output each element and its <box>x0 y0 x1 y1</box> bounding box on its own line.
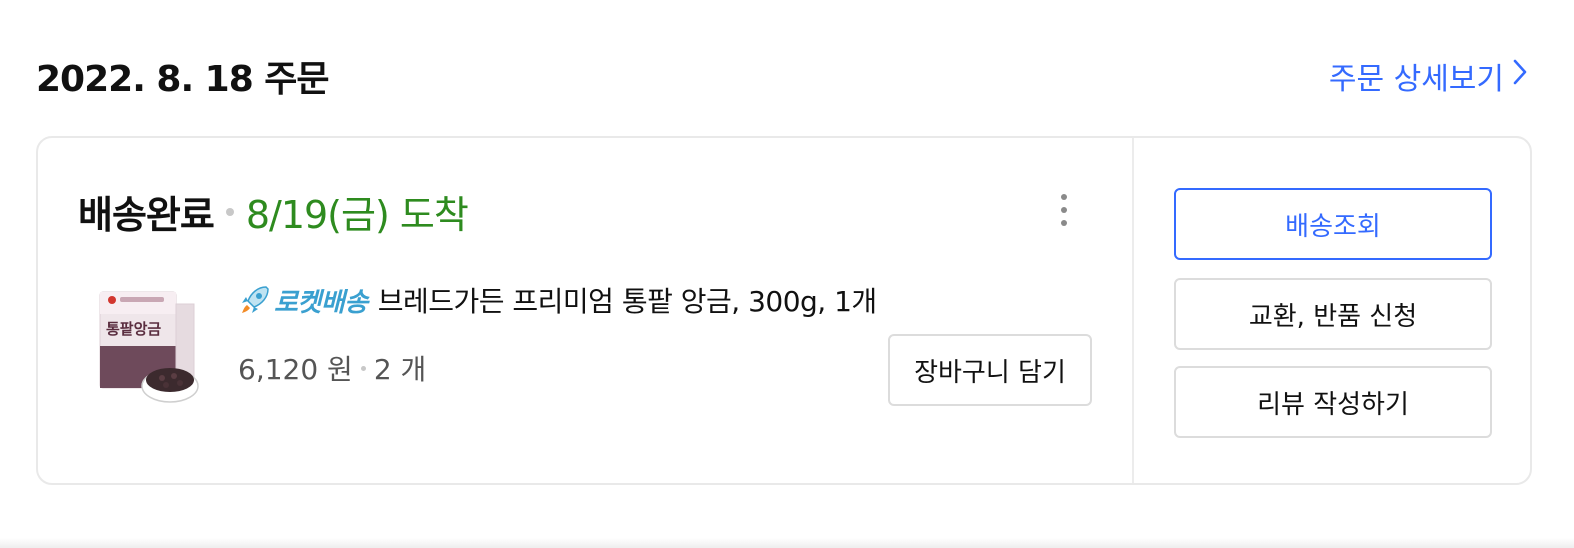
write-review-button[interactable]: 리뷰 작성하기 <box>1174 366 1492 438</box>
rocket-icon <box>238 283 272 317</box>
vertical-divider <box>1132 138 1134 483</box>
order-detail-link-label: 주문 상세보기 <box>1328 62 1504 97</box>
order-date-heading: 2022. 8. 18 주문 <box>36 59 330 100</box>
product-title-line[interactable]: 로켓배송 브레드가든 프리미엄 통팥 앙금, 300g, 1개 <box>238 280 877 320</box>
separator-dot <box>225 207 234 216</box>
product-quantity: 2 개 <box>373 353 427 386</box>
price-quantity-line: 6,120 원 2 개 <box>238 348 426 388</box>
add-to-cart-button[interactable]: 장바구니 담기 <box>888 334 1092 406</box>
separator-dot <box>360 365 366 371</box>
delivery-status: 배송완료 <box>78 193 215 237</box>
more-vertical-icon[interactable] <box>1048 190 1080 230</box>
rocket-delivery-badge: 로켓배송 <box>274 287 368 318</box>
product-price: 6,120 원 <box>238 353 353 386</box>
product-thumbnail[interactable]: 통팥앙금 <box>96 288 206 414</box>
arrival-date: 8/19(금) 도착 <box>245 193 469 237</box>
chevron-right-icon <box>1512 58 1528 94</box>
order-detail-link[interactable]: 주문 상세보기 <box>1329 54 1528 98</box>
track-delivery-button[interactable]: 배송조회 <box>1174 188 1492 260</box>
section-bottom-shadow <box>0 538 1574 548</box>
product-name: 브레드가든 프리미엄 통팥 앙금, 300g, 1개 <box>377 285 877 318</box>
delivery-status-line: 배송완료 8/19(금) 도착 <box>78 184 469 239</box>
exchange-return-button[interactable]: 교환, 반품 신청 <box>1174 278 1492 350</box>
order-list-page: 2022. 8. 18 주문 주문 상세보기 배송완료 8/19(금) 도착 통… <box>0 0 1574 548</box>
order-card: 배송완료 8/19(금) 도착 통팥앙금 로켓배송 브레드가든 프리미엄 통팥 … <box>36 136 1532 485</box>
thumbnail-text: 통팥앙금 <box>106 320 161 338</box>
